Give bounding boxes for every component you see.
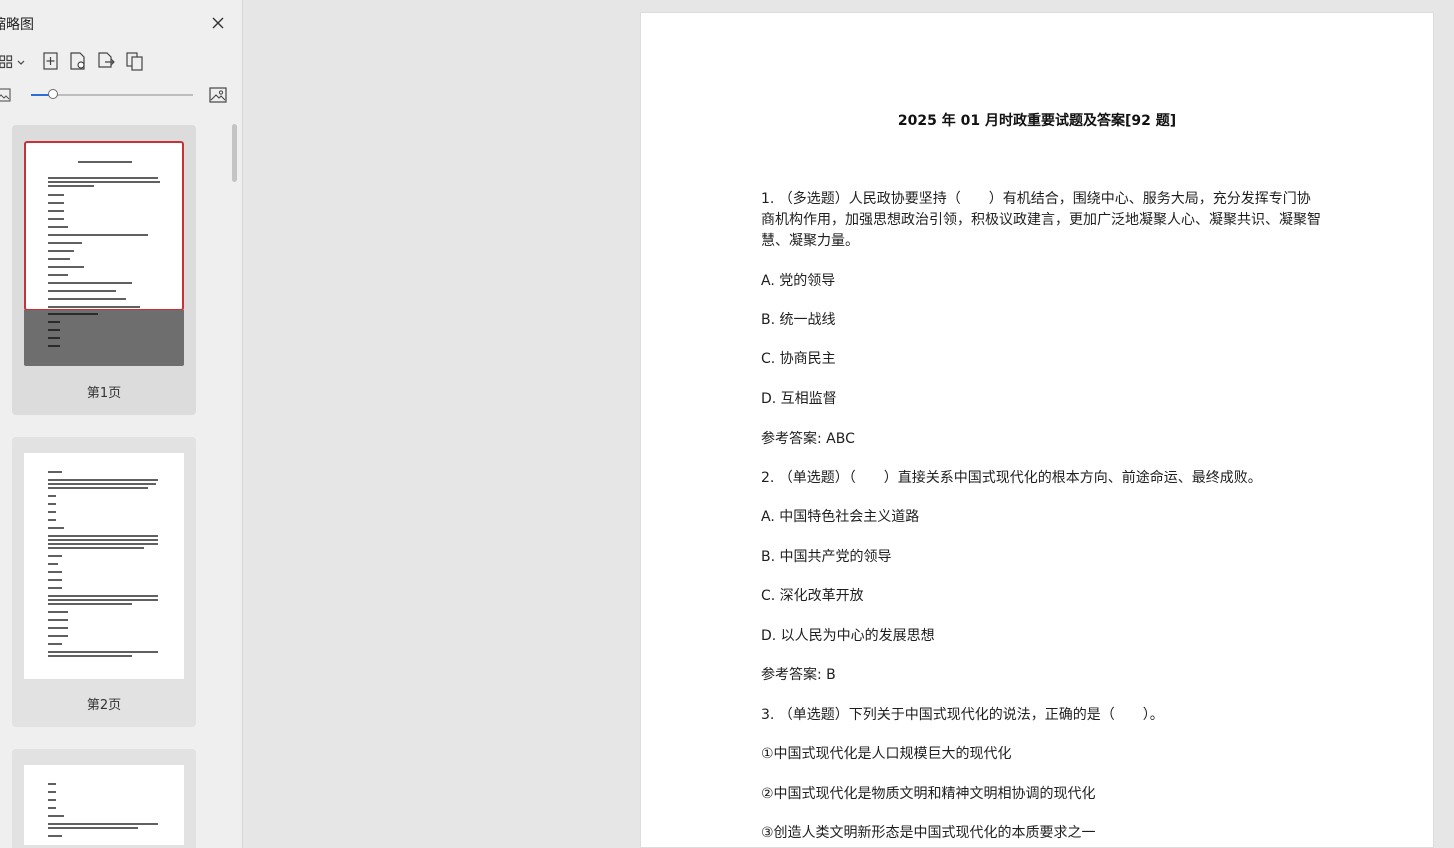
large-image-icon[interactable] (208, 85, 228, 105)
thumbnail-page-3-preview (24, 765, 184, 845)
thumbnail-page-1[interactable]: 第1页 (12, 125, 196, 415)
statement-1: ①中国式现代化是人口规模巨大的现代化 (761, 746, 1012, 762)
zoom-slider[interactable] (31, 89, 193, 99)
scrollbar-thumb[interactable] (232, 124, 237, 182)
option-a: A. 党的领导 (761, 273, 836, 289)
panel-header: 缩略图 (0, 0, 242, 46)
replace-page-icon[interactable] (124, 50, 146, 72)
option-c: C. 协商民主 (761, 351, 836, 367)
thumbnail-page-3[interactable] (12, 749, 196, 848)
question-2: 2. （单选题）（ ）直接关系中国式现代化的根本方向、前途命运、最终成败。 (761, 470, 1262, 486)
grid-layout-dropdown-button[interactable] (0, 50, 28, 72)
statement-2: ②中国式现代化是物质文明和精神文明相协调的现代化 (761, 786, 1096, 802)
thumbnail-toolbar (0, 46, 242, 74)
insert-page-icon[interactable] (40, 50, 62, 72)
option-b: B. 统一战线 (761, 312, 836, 328)
document-page: 2025 年 01 月时政重要试题及答案[92 题] 1. （多选题）人民政协要… (640, 12, 1434, 848)
panel-title: 缩略图 (0, 17, 34, 33)
page-settings-icon[interactable] (67, 50, 89, 72)
option-b: B. 中国共产党的领导 (761, 549, 892, 565)
thumbnail-panel: 缩略图 (0, 0, 243, 848)
statement-3: ③创造人类文明新形态是中国式现代化的本质要求之一 (761, 825, 1096, 841)
answer-1: 参考答案: ABC (761, 431, 855, 447)
option-d: D. 互相监督 (761, 391, 837, 407)
thumbnail-scrollbar[interactable] (230, 122, 238, 848)
thumbnail-page-1-preview (24, 141, 184, 311)
document-title: 2025 年 01 月时政重要试题及答案[92 题] (897, 113, 1177, 129)
option-c: C. 深化改革开放 (761, 588, 864, 604)
thumbnail-label: 第2页 (86, 698, 122, 713)
thumbnail-page-2-preview (24, 453, 184, 679)
option-d: D. 以人民为中心的发展思想 (761, 628, 935, 644)
question-3: 3. （单选题）下列关于中国式现代化的说法，正确的是（ ）。 (761, 707, 1164, 723)
thumbnail-page-1-overflow (24, 310, 184, 366)
small-image-icon (0, 86, 12, 104)
zoom-slider-thumb[interactable] (47, 89, 58, 99)
extract-page-icon[interactable] (95, 50, 117, 72)
thumbnail-page-2[interactable]: 第2页 (12, 437, 196, 727)
thumbnail-label: 第1页 (86, 386, 122, 401)
option-a: A. 中国特色社会主义道路 (761, 509, 920, 525)
answer-2: 参考答案: B (761, 667, 836, 683)
close-icon[interactable] (208, 13, 228, 33)
question-1: 1. （多选题）人民政协要坚持（ ）有机结合，围绕中心、服务大局，充分发挥专门协… (761, 191, 1321, 249)
thumbnail-zoom-control (0, 82, 242, 108)
